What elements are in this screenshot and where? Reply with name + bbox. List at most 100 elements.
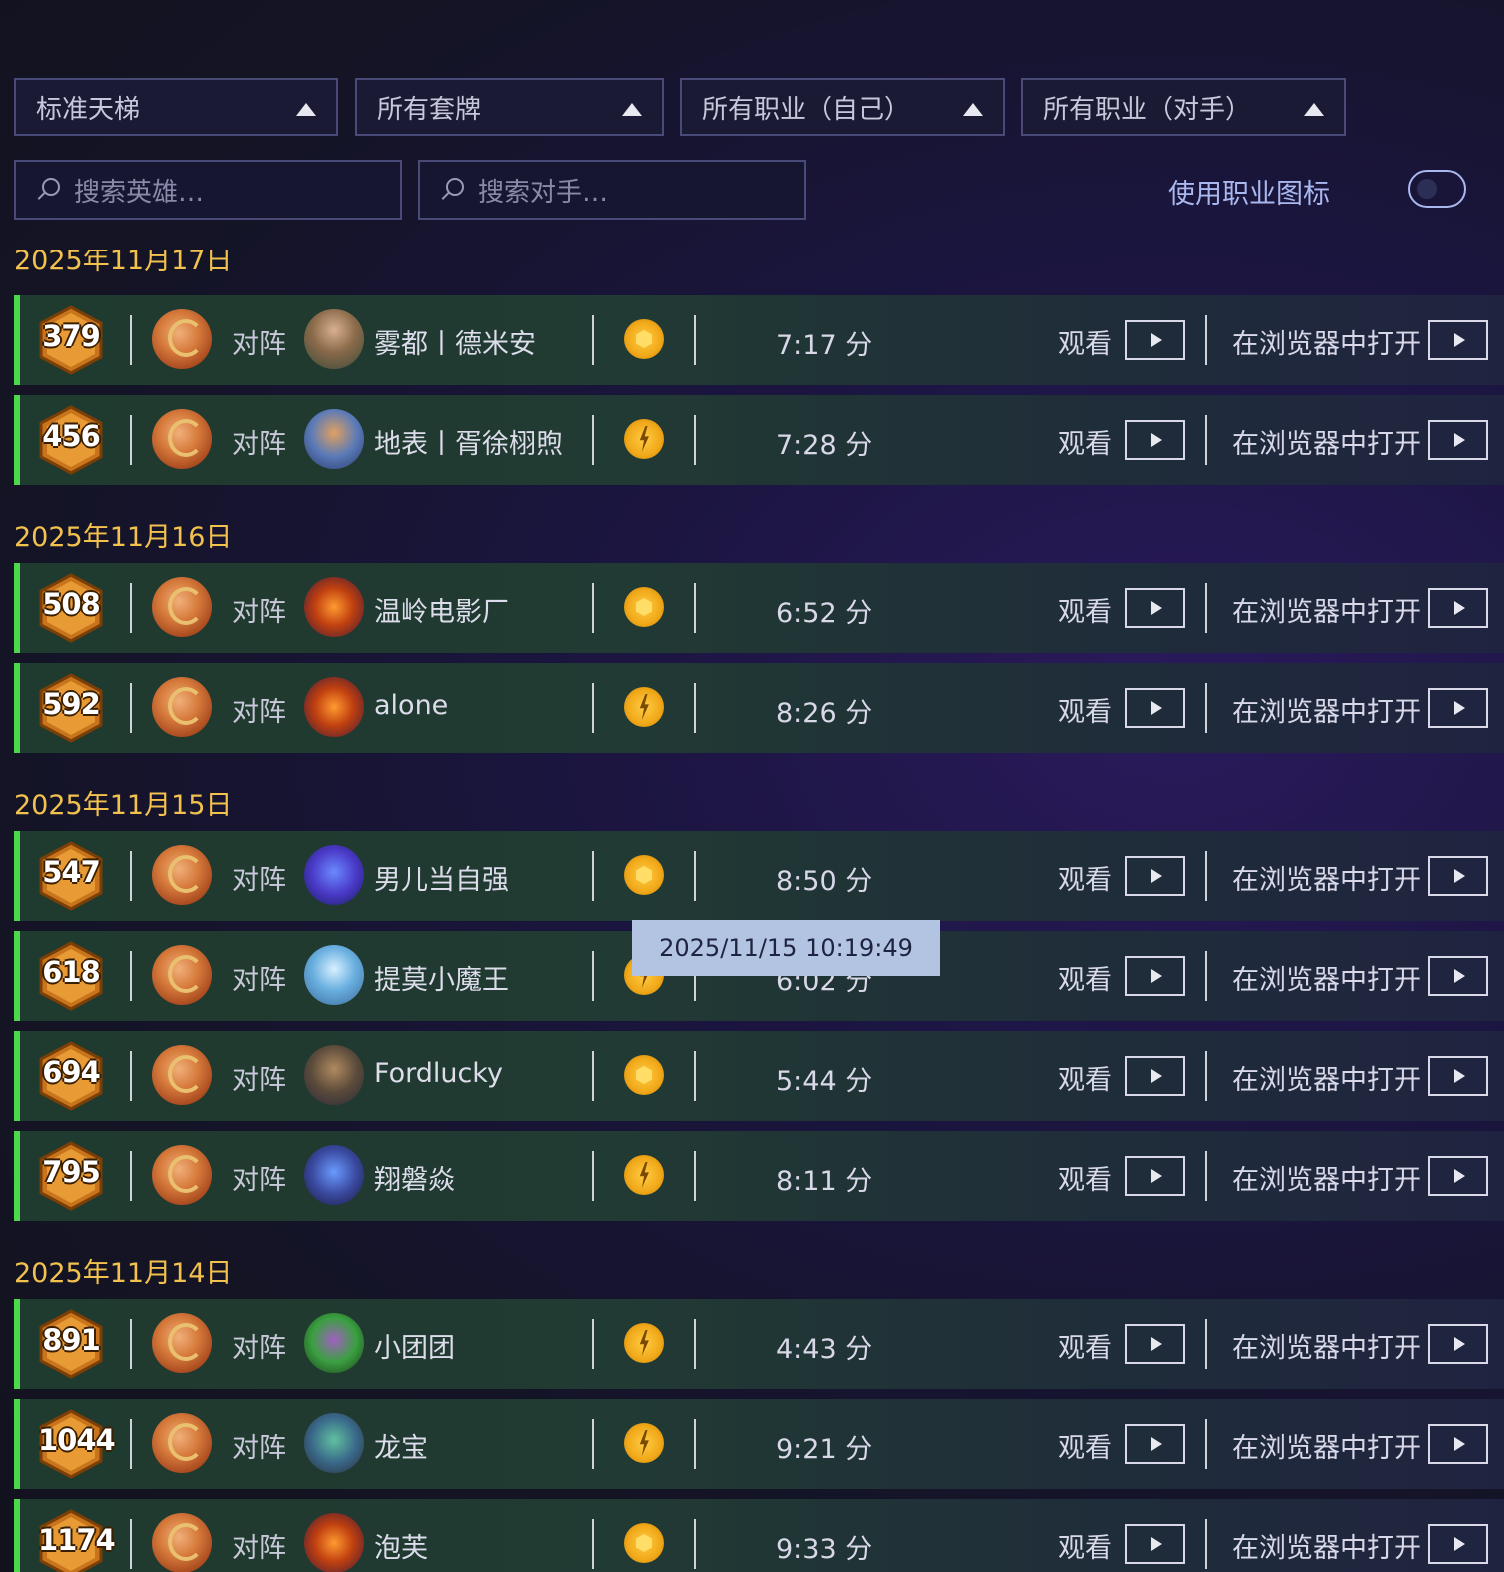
game-duration: 7:17 分 — [776, 330, 873, 361]
game-row[interactable]: 1174 对阵 泡芙 9:33 分 观看 在浏览器中打开 — [14, 1499, 1504, 1572]
my-hero-portrait — [152, 577, 212, 637]
divider — [592, 1151, 594, 1201]
game-row[interactable]: 795 对阵 翔磐焱 8:11 分 观看 在浏览器中打开 — [14, 1131, 1504, 1221]
rank-badge: 694 — [38, 1041, 104, 1111]
open-in-browser-label: 在浏览器中打开 — [1232, 1333, 1421, 1364]
game-duration: 8:50 分 — [776, 866, 873, 897]
divider — [694, 1419, 696, 1469]
game-row[interactable]: 508 对阵 温岭电影厂 6:52 分 观看 在浏览器中打开 — [14, 563, 1504, 653]
open-browser-play-button[interactable] — [1428, 956, 1488, 996]
watch-play-button[interactable] — [1125, 420, 1185, 460]
open-browser-play-button[interactable] — [1428, 856, 1488, 896]
opponent-name: 提莫小魔王 — [374, 965, 509, 996]
divider — [130, 1151, 132, 1201]
divider — [694, 583, 696, 633]
my-hero-portrait — [152, 409, 212, 469]
divider — [1205, 1319, 1207, 1369]
game-row[interactable]: 694 对阵 Fordlucky 5:44 分 观看 在浏览器中打开 — [14, 1031, 1504, 1121]
opponent-name: 泡芙 — [374, 1533, 428, 1564]
chevron-up-icon — [622, 103, 642, 116]
divider — [130, 1051, 132, 1101]
watch-play-button[interactable] — [1125, 1056, 1185, 1096]
opponent-name: 小团团 — [374, 1333, 455, 1364]
divider — [694, 1051, 696, 1101]
open-in-browser-label: 在浏览器中打开 — [1232, 865, 1421, 896]
watch-play-button[interactable] — [1125, 1424, 1185, 1464]
game-history-list[interactable]: 2025年11月17日 379 对阵 雾都丨德米安 7:17 分 观看 在浏览器… — [0, 250, 1504, 1572]
open-browser-play-button[interactable] — [1428, 688, 1488, 728]
date-header: 2025年11月14日 — [14, 1258, 233, 1289]
opponent-search-placeholder: 搜索对手… — [478, 177, 609, 208]
game-duration: 9:21 分 — [776, 1434, 873, 1465]
open-browser-play-button[interactable] — [1428, 320, 1488, 360]
open-browser-play-button[interactable] — [1428, 588, 1488, 628]
vs-label: 对阵 — [232, 965, 286, 996]
rank-badge: 891 — [38, 1309, 104, 1379]
divider — [130, 415, 132, 465]
class-icon-toggle-label: 使用职业图标 — [1168, 179, 1330, 210]
game-duration: 4:43 分 — [776, 1334, 873, 1365]
divider — [1205, 1519, 1207, 1569]
divider — [694, 1151, 696, 1201]
class-icon-toggle[interactable] — [1408, 170, 1466, 208]
my-class-dropdown[interactable]: 所有职业（自己） — [680, 78, 1005, 136]
chevron-up-icon — [296, 103, 316, 116]
game-row[interactable]: 379 对阵 雾都丨德米安 7:17 分 观看 在浏览器中打开 — [14, 295, 1504, 385]
divider — [694, 851, 696, 901]
first-player-coin-icon — [624, 587, 664, 627]
rank-badge: 592 — [38, 673, 104, 743]
divider — [130, 583, 132, 633]
mode-dropdown[interactable]: 标准天梯 — [14, 78, 338, 136]
divider — [1205, 1151, 1207, 1201]
rank-badge: 618 — [38, 941, 104, 1011]
first-player-coin-icon — [624, 1055, 664, 1095]
my-hero-portrait — [152, 945, 212, 1005]
opponent-hero-portrait — [304, 1313, 364, 1373]
open-browser-play-button[interactable] — [1428, 1056, 1488, 1096]
game-row[interactable]: 1044 对阵 龙宝 9:21 分 观看 在浏览器中打开 — [14, 1399, 1504, 1489]
divider — [130, 951, 132, 1001]
open-in-browser-label: 在浏览器中打开 — [1232, 697, 1421, 728]
divider — [694, 415, 696, 465]
opp-class-dropdown-label: 所有职业（对手） — [1043, 94, 1252, 125]
watch-label: 观看 — [1058, 1333, 1112, 1364]
watch-label: 观看 — [1058, 965, 1112, 996]
rank-number: 1044 — [38, 1423, 116, 1457]
watch-play-button[interactable] — [1125, 1156, 1185, 1196]
rank-number: 508 — [42, 587, 101, 621]
game-duration: 7:28 分 — [776, 430, 873, 461]
my-hero-portrait — [152, 1145, 212, 1205]
game-row[interactable]: 547 对阵 男儿当自强 8:50 分 观看 在浏览器中打开 — [14, 831, 1504, 921]
watch-play-button[interactable] — [1125, 1324, 1185, 1364]
hero-search-input[interactable]: 搜索英雄… — [14, 160, 402, 220]
watch-play-button[interactable] — [1125, 1524, 1185, 1564]
watch-play-button[interactable] — [1125, 956, 1185, 996]
opp-class-dropdown[interactable]: 所有职业（对手） — [1021, 78, 1346, 136]
game-row[interactable]: 592 对阵 alone 8:26 分 观看 在浏览器中打开 — [14, 663, 1504, 753]
divider — [592, 1319, 594, 1369]
watch-play-button[interactable] — [1125, 688, 1185, 728]
mode-dropdown-label: 标准天梯 — [36, 94, 141, 125]
game-row[interactable]: 456 对阵 地表丨胥徐栩煦 7:28 分 观看 在浏览器中打开 — [14, 395, 1504, 485]
divider — [694, 1319, 696, 1369]
game-row[interactable]: 891 对阵 小团团 4:43 分 观看 在浏览器中打开 — [14, 1299, 1504, 1389]
deck-dropdown[interactable]: 所有套牌 — [355, 78, 664, 136]
divider — [592, 851, 594, 901]
watch-play-button[interactable] — [1125, 856, 1185, 896]
opponent-search-input[interactable]: 搜索对手… — [418, 160, 806, 220]
open-browser-play-button[interactable] — [1428, 1156, 1488, 1196]
watch-play-button[interactable] — [1125, 588, 1185, 628]
divider — [1205, 1051, 1207, 1101]
open-browser-play-button[interactable] — [1428, 420, 1488, 460]
divider — [592, 415, 594, 465]
open-browser-play-button[interactable] — [1428, 1524, 1488, 1564]
opponent-name: alone — [374, 690, 449, 721]
vs-label: 对阵 — [232, 1333, 286, 1364]
rank-number: 547 — [42, 855, 101, 889]
open-browser-play-button[interactable] — [1428, 1424, 1488, 1464]
watch-play-button[interactable] — [1125, 320, 1185, 360]
divider — [1205, 583, 1207, 633]
my-hero-portrait — [152, 677, 212, 737]
open-browser-play-button[interactable] — [1428, 1324, 1488, 1364]
divider — [694, 315, 696, 365]
